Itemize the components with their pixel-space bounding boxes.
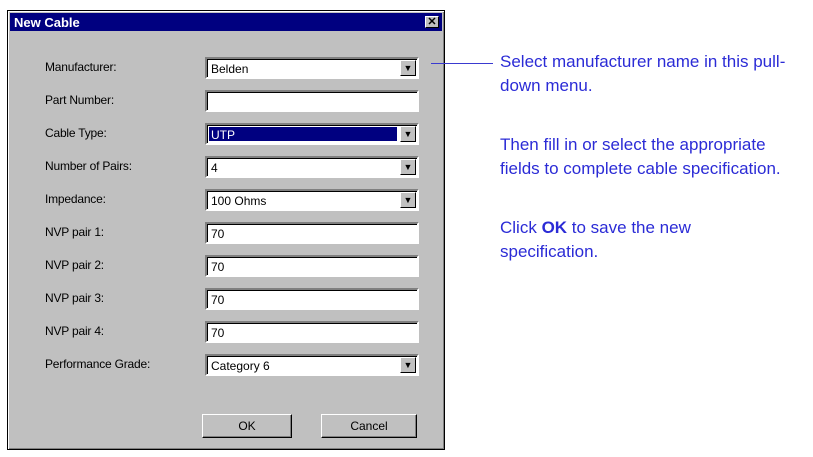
pairs-label: Number of Pairs: <box>45 159 132 173</box>
cancel-button[interactable]: Cancel <box>321 414 417 438</box>
triangle-down-icon[interactable]: ▼ <box>400 357 416 373</box>
nvp-pair-4-value: 70 <box>211 326 225 340</box>
close-icon[interactable]: ✕ <box>425 16 439 28</box>
selection-highlight <box>209 127 397 141</box>
callout-line <box>431 63 493 64</box>
performance-grade-row: Performance Grade: Category 6 ▼ <box>8 352 444 376</box>
impedance-row: Impedance: 100 Ohms ▼ <box>8 187 444 211</box>
triangle-down-icon[interactable]: ▼ <box>400 60 416 76</box>
impedance-label: Impedance: <box>45 192 106 206</box>
triangle-down-icon[interactable]: ▼ <box>400 192 416 208</box>
part-number-row: Part Number: <box>8 88 444 112</box>
annotation-fields: Then fill in or select the appropriate f… <box>500 133 810 181</box>
dialog-title: New Cable <box>14 14 80 30</box>
nvp-pair-4-input[interactable]: 70 <box>205 321 419 343</box>
pairs-dropdown[interactable]: 4 ▼ <box>205 156 419 178</box>
pairs-value: 4 <box>211 161 218 175</box>
triangle-down-icon[interactable]: ▼ <box>400 159 416 175</box>
impedance-value: 100 Ohms <box>211 194 267 208</box>
annotation-text: Click <box>500 218 542 237</box>
part-number-input[interactable] <box>205 90 419 112</box>
annotation-line: down menu. <box>500 76 593 95</box>
manufacturer-row: Manufacturer: Belden ▼ <box>8 55 444 79</box>
nvp-pair-2-row: NVP pair 2: 70 <box>8 253 444 277</box>
performance-grade-dropdown[interactable]: Category 6 ▼ <box>205 354 419 376</box>
nvp-pair-2-label: NVP pair 2: <box>45 258 104 272</box>
manufacturer-value: Belden <box>211 62 249 76</box>
nvp-pair-4-row: NVP pair 4: 70 <box>8 319 444 343</box>
nvp-pair-3-value: 70 <box>211 293 225 307</box>
nvp-pair-1-row: NVP pair 1: 70 <box>8 220 444 244</box>
annotation-manufacturer: Select manufacturer name in this pull- d… <box>500 50 810 98</box>
title-bar: New Cable ✕ <box>10 13 442 31</box>
cable-type-row: Cable Type: UTP ▼ <box>8 121 444 145</box>
cable-type-label: Cable Type: <box>45 126 107 140</box>
performance-grade-value: Category 6 <box>211 359 270 373</box>
annotation-ok: Click OK to save the new specification. <box>500 216 810 264</box>
cable-type-value: UTP <box>211 128 235 142</box>
performance-grade-label: Performance Grade: <box>45 357 151 371</box>
nvp-pair-2-value: 70 <box>211 260 225 274</box>
annotation-line: specification. <box>500 242 599 261</box>
nvp-pair-1-value: 70 <box>211 227 225 241</box>
part-number-label: Part Number: <box>45 93 114 107</box>
ok-button[interactable]: OK <box>202 414 292 438</box>
annotation-ok-bold: OK <box>541 218 568 237</box>
manufacturer-dropdown[interactable]: Belden ▼ <box>205 57 419 79</box>
nvp-pair-3-label: NVP pair 3: <box>45 291 104 305</box>
annotation-line: Then fill in or select the appropriate <box>500 135 766 154</box>
triangle-down-icon[interactable]: ▼ <box>400 126 416 142</box>
nvp-pair-1-input[interactable]: 70 <box>205 222 419 244</box>
annotation-line: Select manufacturer name in this pull- <box>500 52 786 71</box>
annotation-line: Click OK to save the new <box>500 216 810 240</box>
pairs-row: Number of Pairs: 4 ▼ <box>8 154 444 178</box>
nvp-pair-2-input[interactable]: 70 <box>205 255 419 277</box>
manufacturer-label: Manufacturer: <box>45 60 117 74</box>
nvp-pair-4-label: NVP pair 4: <box>45 324 104 338</box>
nvp-pair-3-row: NVP pair 3: 70 <box>8 286 444 310</box>
cable-type-dropdown[interactable]: UTP ▼ <box>205 123 419 145</box>
impedance-dropdown[interactable]: 100 Ohms ▼ <box>205 189 419 211</box>
annotation-text: to save the new <box>567 218 691 237</box>
nvp-pair-3-input[interactable]: 70 <box>205 288 419 310</box>
new-cable-dialog: New Cable ✕ Manufacturer: Belden ▼ Part … <box>7 10 445 450</box>
annotation-line: fields to complete cable specification. <box>500 159 781 178</box>
nvp-pair-1-label: NVP pair 1: <box>45 225 104 239</box>
